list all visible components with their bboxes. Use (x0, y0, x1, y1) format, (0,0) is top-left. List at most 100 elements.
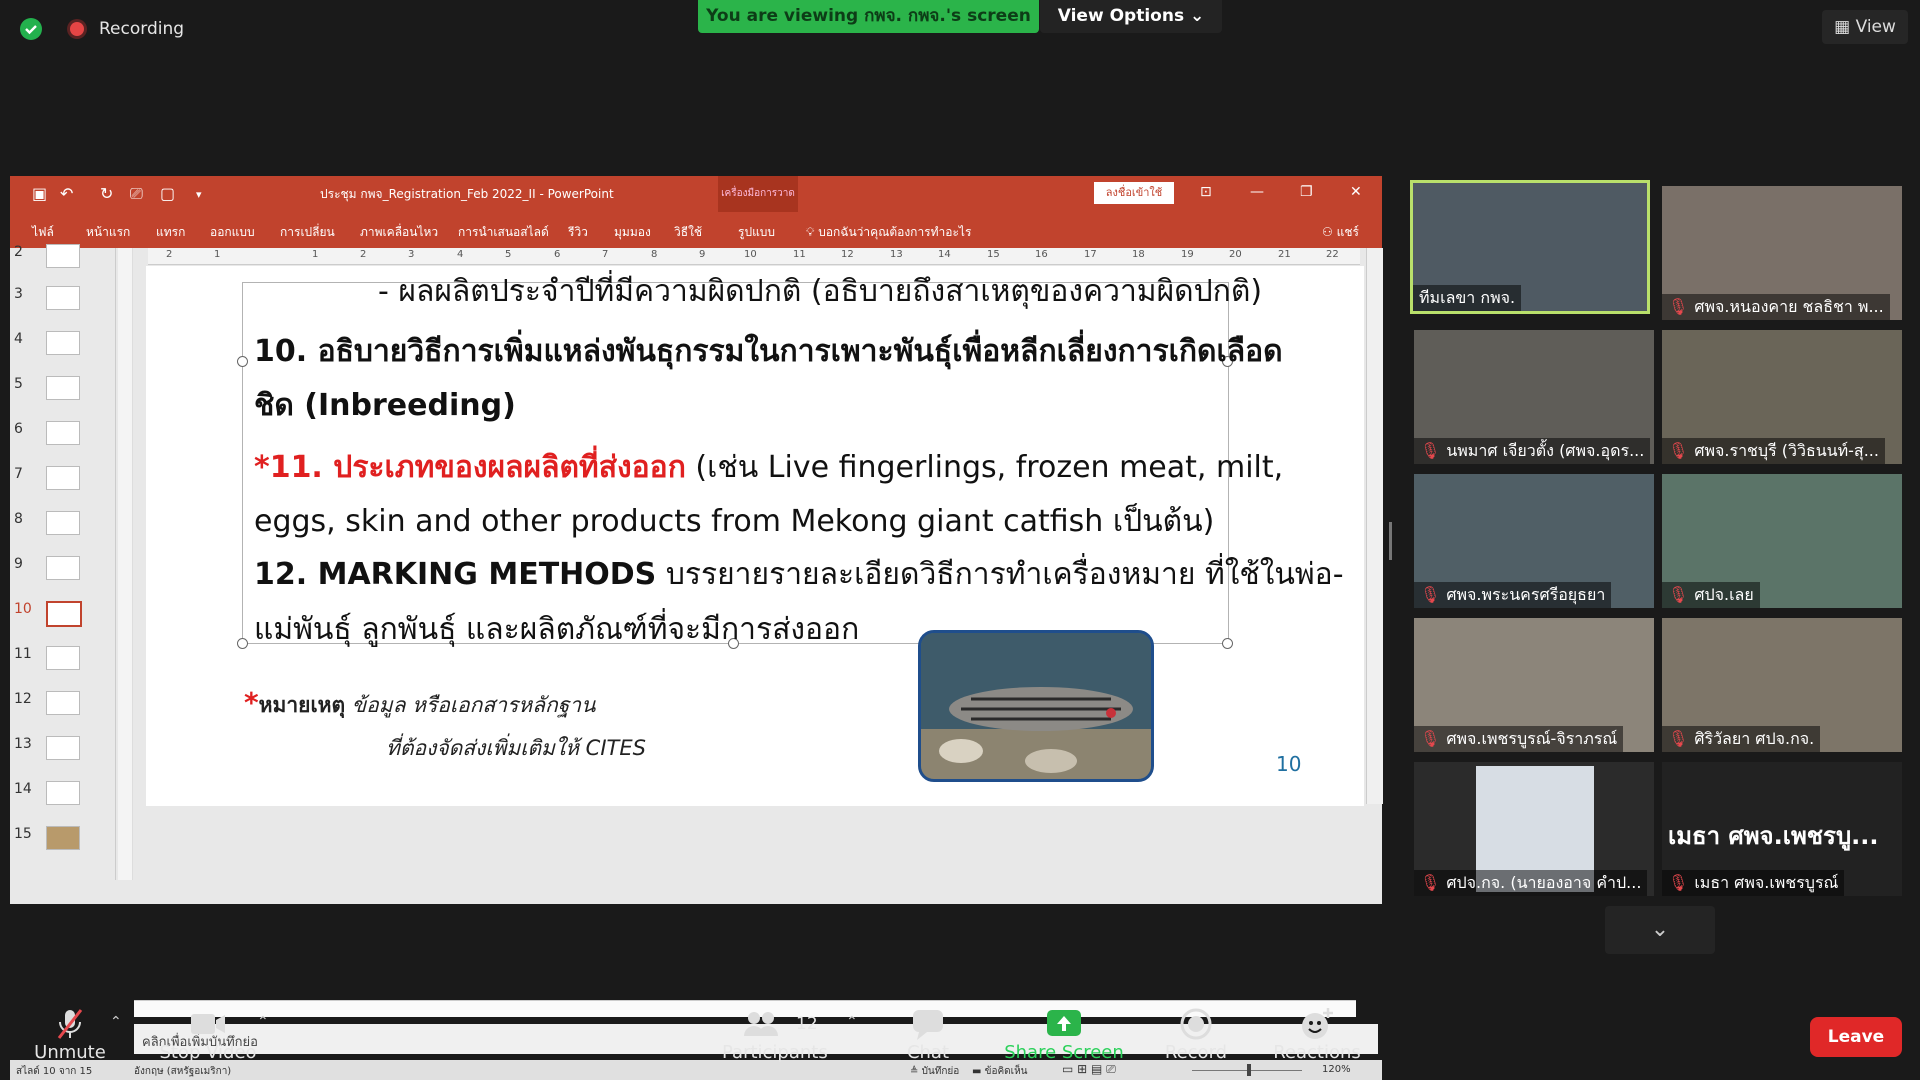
resize-handle[interactable] (237, 356, 248, 367)
share-button[interactable]: ⚇ แชร์ (1322, 223, 1359, 242)
participant-tile[interactable]: 🎙︎ ศพจ.ราชบุรี (วิวิธนนท์-สุ... (1662, 330, 1902, 464)
panel-resize-handle[interactable] (1389, 522, 1392, 560)
slide-thumbnail[interactable] (46, 691, 80, 715)
mic-muted-icon: 🎙︎ (1420, 441, 1441, 460)
slide-thumbnail-selected[interactable] (46, 601, 82, 627)
recording-icon (70, 22, 84, 36)
view-options-button[interactable]: View Options ⌄ (1040, 0, 1222, 33)
thumb-number: 6 (14, 421, 23, 437)
participant-name-text: ศพจ.เพชรบูรณ์-จิราภรณ์ (1446, 729, 1618, 748)
participant-tile[interactable]: 🎙︎ ศพจ.พระนครศรีอยุธยา (1414, 474, 1654, 608)
participant-name: 🎙︎ ศพจ.พระนครศรีอยุธยา (1414, 582, 1612, 608)
tab-review[interactable]: รีวิว (568, 223, 588, 242)
participants-options-chevron-icon[interactable]: ⌃ (846, 1014, 858, 1030)
participants-count: 12 (796, 1014, 818, 1034)
mic-muted-icon: 🎙︎ (1420, 873, 1441, 892)
view-button[interactable]: ▦ View (1822, 10, 1908, 44)
ruler-number: 19 (1181, 249, 1194, 260)
record-icon (1156, 1006, 1236, 1042)
thumb-number: 3 (14, 286, 23, 302)
share-screen-button[interactable]: Share Screen (1004, 1006, 1124, 1063)
resize-handle[interactable] (1222, 638, 1233, 649)
zoom-slider-thumb[interactable] (1247, 1064, 1251, 1076)
slide-thumbnail[interactable] (46, 781, 80, 805)
signin-button[interactable]: ลงชื่อเข้าใช้ (1094, 182, 1174, 204)
slide-thumbnail[interactable] (46, 286, 80, 310)
status-comments-button[interactable]: ▬ ข้อคิดเห็น (972, 1064, 1028, 1079)
resize-handle[interactable] (237, 638, 248, 649)
slide-canvas[interactable]: - ผลผลิตประจำปีที่มีความผิดปกติ (อธิบายถ… (146, 266, 1364, 806)
participant-tile[interactable]: เมธา ศพจ.เพชรบู... 🎙︎ เมธา ศพจ.เพชรบูรณ์ (1662, 762, 1902, 896)
stop-video-button[interactable]: Stop Video (158, 1006, 258, 1063)
tab-slideshow[interactable]: การนำเสนอสไลด์ (458, 223, 549, 242)
present-icon[interactable]: ⎚ (130, 184, 143, 204)
customize-qat-icon[interactable]: ▾ (196, 188, 202, 201)
chat-button[interactable]: Chat (898, 1006, 958, 1063)
record-button[interactable]: Record (1156, 1006, 1236, 1063)
tab-format[interactable]: รูปแบบ (738, 223, 775, 242)
slide-thumbnail[interactable] (46, 466, 80, 490)
status-notes-label: บันทึกย่อ (921, 1066, 960, 1077)
view-normal-icon[interactable]: ▭ ⊞ ▤ ⎚ (1062, 1062, 1116, 1077)
save-icon[interactable]: ▣ (32, 184, 47, 203)
slide-thumbnail[interactable] (46, 511, 80, 535)
tab-help[interactable]: วิธีใช้ (674, 223, 702, 242)
slide-thumbnail[interactable] (46, 736, 80, 760)
status-notes-button[interactable]: ≜ บันทึกย่อ (910, 1064, 959, 1079)
thumb-number: 5 (14, 376, 23, 392)
new-file-icon[interactable]: ▢ (160, 184, 175, 203)
tab-animations[interactable]: ภาพเคลื่อนไหว (360, 223, 438, 242)
unmute-button[interactable]: Unmute (30, 1006, 110, 1063)
undo-icon[interactable]: ↶ (60, 184, 73, 203)
ribbon-display-icon[interactable]: ⊡ (1200, 184, 1212, 200)
participant-tile[interactable]: 🎙︎ ศพจ.หนองคาย ชลธิชา พ... (1662, 186, 1902, 320)
close-icon[interactable]: ✕ (1350, 184, 1362, 200)
security-shield-icon[interactable] (20, 18, 42, 40)
participant-tile[interactable]: 🎙︎ นพมาศ เจียวตั้ง (ศพจ.อุดร... (1414, 330, 1654, 464)
slide-thumbnail[interactable] (46, 646, 80, 670)
thumbnail-scrollbar[interactable] (118, 248, 133, 880)
ruler-number: 8 (651, 249, 658, 260)
zoom-level[interactable]: 120% (1322, 1064, 1351, 1075)
note-asterisk: * (244, 686, 259, 719)
participant-tile[interactable]: 🎙︎ ศพจ.เพชรบูรณ์-จิราภรณ์ (1414, 618, 1654, 752)
tab-home[interactable]: หน้าแรก (86, 223, 130, 242)
view-button-label: View (1855, 17, 1896, 37)
tab-transitions[interactable]: การเปลี่ยน (280, 223, 335, 242)
mic-muted-icon: 🎙︎ (1668, 729, 1689, 748)
slide-thumbnail[interactable] (46, 421, 80, 445)
gallery-next-page-chevron-icon[interactable]: ⌄ (1605, 906, 1715, 954)
slide-thumbnail[interactable] (46, 331, 80, 355)
slide-thumbnail[interactable] (46, 376, 80, 400)
tell-me-search[interactable]: 💡︎ บอกฉันว่าคุณต้องการทำอะไร (806, 223, 971, 242)
tab-design[interactable]: ออกแบบ (210, 223, 255, 242)
ruler-number: 2 (360, 249, 367, 260)
slide-thumbnail[interactable] (46, 556, 80, 580)
participant-tile[interactable]: 🎙︎ ศปจ.เลย (1662, 474, 1902, 608)
participants-button[interactable]: 12 Participants (722, 1006, 828, 1063)
slide-thumbnail[interactable] (46, 244, 80, 268)
ruler-number: 13 (890, 249, 903, 260)
participant-name-text: ศปจ.เลย (1694, 585, 1754, 604)
reactions-button[interactable]: Reactions (1272, 1006, 1362, 1063)
lightbulb-icon: 💡︎ (806, 225, 819, 239)
slide-thumbnail[interactable] (46, 826, 80, 850)
drawing-tools-label: เครื่องมือการวาด (721, 188, 795, 199)
video-options-chevron-icon[interactable]: ⌃ (257, 1014, 269, 1030)
tab-file[interactable]: ไฟล์ (32, 223, 54, 242)
tab-view[interactable]: มุมมอง (614, 223, 651, 242)
participant-tile[interactable]: 🎙︎ ศปจ.กจ. (นายองอาจ คำป... (1414, 762, 1654, 896)
participant-tile[interactable]: ทีมเลขา กพจ. (1410, 180, 1650, 314)
slide-vertical-scrollbar[interactable] (1366, 248, 1383, 804)
thumb-number: 7 (14, 466, 23, 482)
ruler-number: 6 (554, 249, 561, 260)
redo-icon[interactable]: ↻ (100, 184, 113, 203)
participant-tile[interactable]: 🎙︎ ศิริวัลยา ศปจ.กจ. (1662, 618, 1902, 752)
restore-icon[interactable]: ❐ (1300, 184, 1313, 200)
audio-options-chevron-icon[interactable]: ⌃ (110, 1014, 122, 1030)
status-comments-label: ข้อคิดเห็น (984, 1066, 1028, 1077)
tab-insert[interactable]: แทรก (156, 223, 185, 242)
minimize-icon[interactable]: — (1250, 184, 1264, 200)
thumb-number: 8 (14, 511, 23, 527)
leave-button[interactable]: Leave (1810, 1017, 1902, 1057)
